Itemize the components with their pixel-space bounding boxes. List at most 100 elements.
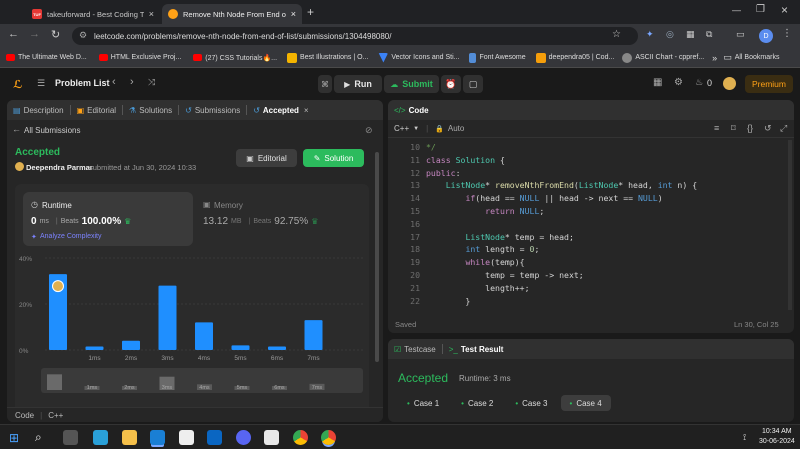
tab-accepted[interactable]: ↺ Accepted × xyxy=(247,100,314,120)
tab-code[interactable]: </> Code xyxy=(388,100,435,120)
chart-bar[interactable] xyxy=(231,345,250,350)
code-line[interactable]: public: xyxy=(426,168,461,178)
bookmark-item[interactable]: Font Awesome xyxy=(469,52,526,63)
clock-date[interactable]: 30-06-2024 xyxy=(759,438,795,445)
reset-code-icon[interactable]: ↺ xyxy=(764,123,772,134)
bookmark-item[interactable]: Best Illustrations | O... xyxy=(287,52,368,63)
solution-button[interactable]: ✎ Solution xyxy=(303,149,364,167)
tab-close-icon[interactable]: × xyxy=(149,9,154,19)
next-problem-chevron-icon[interactable]: › xyxy=(130,76,134,88)
extensions-puzzle-icon[interactable]: ⧉ xyxy=(706,29,712,40)
downloads-icon[interactable]: ▭ xyxy=(736,29,745,40)
run-button[interactable]: ▶ Run xyxy=(334,75,382,93)
language-select[interactable]: C++ xyxy=(394,124,409,133)
kebab-menu-icon[interactable]: ⋮ xyxy=(782,28,792,39)
all-submissions-link[interactable]: All Submissions xyxy=(24,126,80,135)
code-line[interactable]: while(temp){ xyxy=(426,257,524,267)
profile-avatar[interactable]: D xyxy=(759,29,773,43)
chart-bar[interactable] xyxy=(158,285,177,350)
app-icon[interactable] xyxy=(93,430,108,445)
code-line[interactable]: int length = 0; xyxy=(426,244,539,254)
editor-scrollbar[interactable] xyxy=(788,140,792,310)
code-area[interactable]: 10 */ 11 class Solution {12 public: 13 ListNo… xyxy=(388,140,788,308)
discord-icon[interactable] xyxy=(236,430,251,445)
case-tab-1[interactable]: • Case 1 xyxy=(398,395,448,411)
chart-overview-strip[interactable]: 1ms 2ms 3ms 4ms 5ms 6ms 7ms xyxy=(41,368,363,393)
bookmark-item[interactable]: deependra05 | Cod... xyxy=(535,52,614,63)
code-line[interactable]: } xyxy=(426,296,470,306)
mode-label[interactable]: Auto xyxy=(448,124,464,133)
code-line[interactable]: ListNode* removeNthFromEnd(ListNode* hea… xyxy=(426,180,697,190)
tab-close-icon[interactable]: × xyxy=(291,9,296,19)
code-line[interactable]: ListNode* temp = head; xyxy=(426,232,573,242)
bookmark-item[interactable]: ASCII Chart - cppref... xyxy=(622,52,704,63)
bookmark-item[interactable]: HTML Exclusive Proj... xyxy=(98,54,181,61)
new-tab-plus-icon[interactable]: + xyxy=(307,5,314,19)
shuffle-icon[interactable]: ⤨ xyxy=(148,77,155,88)
app-icon[interactable] xyxy=(264,430,279,445)
submit-button[interactable]: ☁ Submit xyxy=(384,75,439,93)
fullscreen-icon[interactable]: ⤢ xyxy=(780,123,787,134)
problem-list-link[interactable]: Problem List xyxy=(55,78,110,88)
case-tab-2[interactable]: • Case 2 xyxy=(452,395,502,411)
bookmark-item[interactable]: Vector Icons and Sti... xyxy=(378,52,459,63)
url-bar[interactable]: ⚙ leetcode.com/problems/remove-nth-node-… xyxy=(72,27,638,45)
premium-button[interactable]: Premium xyxy=(745,75,793,93)
more-bookmarks-chevron-icon[interactable]: » xyxy=(712,53,717,63)
debug-icon[interactable]: ⌘ xyxy=(318,75,332,93)
chrome-icon[interactable] xyxy=(321,430,336,445)
forward-arrow-icon[interactable]: → xyxy=(29,28,40,40)
vscode-icon[interactable] xyxy=(150,430,165,445)
browser-tab-leetcode[interactable]: Remove Nth Node From End of × xyxy=(162,4,302,24)
wifi-icon[interactable]: ⟟ xyxy=(743,432,746,443)
browser-tab-takeuforward[interactable]: TUF takeuforward - Best Coding Tut × xyxy=(26,4,160,24)
task-view-icon[interactable] xyxy=(63,430,78,445)
tab-solutions[interactable]: ⚗ Solutions xyxy=(123,100,178,120)
code-line[interactable]: return NULL; xyxy=(426,206,544,216)
file-explorer-icon[interactable] xyxy=(122,430,137,445)
braces-icon[interactable]: {} xyxy=(747,123,753,133)
extension-icon[interactable]: ◎ xyxy=(666,29,674,40)
back-arrow-icon[interactable]: ← xyxy=(8,28,19,40)
search-icon[interactable]: ⌕ xyxy=(35,430,42,445)
bookmark-icon[interactable]: ⌑ xyxy=(731,123,736,134)
analyze-complexity-link[interactable]: Analyze Complexity xyxy=(40,233,101,240)
tab-submissions[interactable]: ↺ Submissions xyxy=(179,100,246,120)
restore-window-icon[interactable]: ❐ xyxy=(756,4,765,15)
chart-bar[interactable] xyxy=(85,346,104,350)
tab-testcase[interactable]: ☑ Testcase xyxy=(388,339,442,359)
case-tab-4[interactable]: • Case 4 xyxy=(560,395,611,411)
close-tab-icon[interactable]: × xyxy=(304,106,309,115)
code-line[interactable]: length++; xyxy=(426,283,529,293)
leetcode-logo-icon[interactable]: ℒ xyxy=(12,77,24,91)
bookmark-item[interactable]: The Ultimate Web D... xyxy=(6,54,87,61)
chrome-icon[interactable] xyxy=(293,430,308,445)
runtime-card[interactable]: ◷ Runtime 0 ms | Beats 100.00% ♛ ✦ Analy… xyxy=(23,192,193,246)
windows-start-icon[interactable]: ⊞ xyxy=(9,431,19,445)
extension-icon[interactable]: ✦ xyxy=(646,29,654,40)
close-window-icon[interactable]: × xyxy=(781,3,788,17)
memory-row[interactable]: 13.12 MB | Beats 92.75% ♛ xyxy=(203,216,318,227)
left-panel-scrollbar[interactable] xyxy=(375,152,379,362)
chart-bar[interactable] xyxy=(304,320,323,350)
bookmark-item[interactable]: (27) CSS Tutorials🔥... xyxy=(193,54,277,62)
user-name[interactable]: Deependra Parmar xyxy=(26,163,93,172)
timer-icon[interactable]: ⏰ xyxy=(441,75,461,93)
code-line[interactable]: */ xyxy=(426,142,436,152)
chart-bar[interactable] xyxy=(195,322,213,350)
extension-icon[interactable]: ▦ xyxy=(686,29,695,40)
format-code-icon[interactable]: ≡ xyxy=(714,123,719,133)
notion-icon[interactable] xyxy=(179,430,194,445)
notes-icon[interactable]: ▢ xyxy=(463,75,483,93)
bookmark-star-icon[interactable]: ☆ xyxy=(612,29,621,40)
prev-problem-chevron-icon[interactable]: ‹ xyxy=(112,76,116,88)
user-avatar[interactable] xyxy=(723,77,736,90)
share-link-icon[interactable]: ⊘ xyxy=(365,125,373,136)
code-line[interactable]: if(head == NULL || head -> next == NULL) xyxy=(426,193,662,203)
site-info-icon[interactable]: ⚙ xyxy=(79,30,87,41)
layout-grid-icon[interactable]: ▦ xyxy=(653,77,662,88)
streak-fire-icon[interactable]: ♨ xyxy=(695,77,703,88)
code-line[interactable]: temp = temp -> next; xyxy=(426,270,584,280)
tab-test-result[interactable]: >_ Test Result xyxy=(443,339,510,359)
linkedin-icon[interactable] xyxy=(207,430,222,445)
